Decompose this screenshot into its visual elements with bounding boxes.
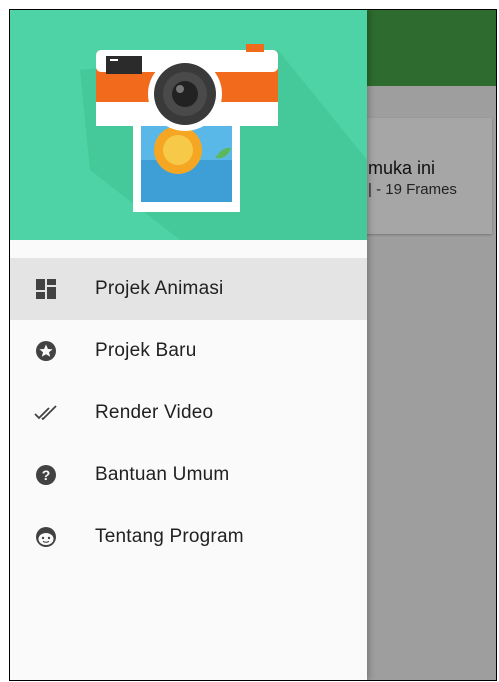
menu-item-bantuan-umum[interactable]: ? Bantuan Umum (10, 444, 367, 506)
drawer-header (10, 10, 367, 240)
menu-item-label: Projek Baru (95, 340, 197, 361)
menu-item-label: Projek Animasi (95, 278, 224, 299)
menu-item-projek-baru[interactable]: Projek Baru (10, 320, 367, 382)
double-check-icon (34, 401, 58, 425)
face-icon (34, 525, 58, 549)
screen: muka ini | - 19 Frames Projek Animasi Pr… (9, 9, 497, 681)
project-card-frames: | - 19 Frames (368, 181, 457, 198)
menu-item-tentang-program[interactable]: Tentang Program (10, 506, 367, 568)
star-circle-icon (34, 339, 58, 363)
menu-item-label: Bantuan Umum (95, 464, 230, 485)
camera-illustration (80, 44, 367, 240)
svg-text:?: ? (42, 467, 51, 483)
menu-item-label: Render Video (95, 402, 214, 423)
menu-item-projek-animasi[interactable]: Projek Animasi (10, 258, 367, 320)
navigation-drawer: Projek Animasi Projek Baru Render Video … (10, 10, 367, 680)
menu-item-label: Tentang Program (95, 526, 244, 547)
project-card-title: muka ini (368, 158, 436, 178)
menu-item-render-video[interactable]: Render Video (10, 382, 367, 444)
dashboard-icon (34, 277, 58, 301)
help-icon: ? (34, 463, 58, 487)
